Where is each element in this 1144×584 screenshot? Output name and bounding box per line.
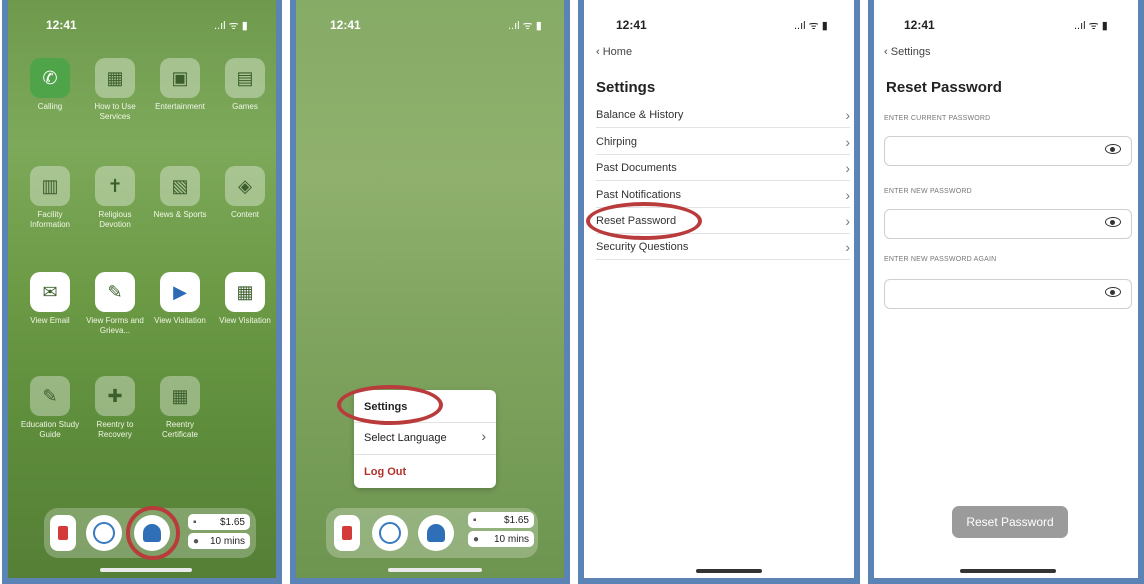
page-title: Reset Password (886, 79, 1002, 96)
status-time: 12:41 (46, 18, 77, 32)
current-password-field[interactable] (884, 136, 1132, 166)
current-password-label: ENTER CURRENT PASSWORD (884, 115, 991, 122)
person-icon (427, 524, 445, 542)
status-time: 12:41 (904, 18, 935, 32)
games-icon: ▤ (225, 58, 265, 98)
calendar-icon: ▦ (225, 272, 265, 312)
exit-button[interactable] (50, 515, 76, 551)
balance-badge: ▪ $1.65 (468, 512, 534, 528)
chevron-right-icon: › (845, 186, 850, 203)
minutes-badge: ● 10 mins (468, 531, 534, 547)
chat-icon (93, 522, 115, 544)
highlight-circle (337, 385, 443, 425)
highlight-circle (586, 202, 702, 240)
email-icon: ✉ (30, 272, 70, 312)
home-indicator (960, 569, 1056, 573)
profile-button[interactable] (418, 515, 454, 551)
app-games[interactable]: ▤ Games (215, 58, 275, 112)
door-icon (342, 526, 352, 540)
news-icon: ▧ (160, 166, 200, 206)
religion-icon: ✝ (95, 166, 135, 206)
back-button[interactable]: ‹ Settings (884, 46, 930, 58)
menu-log-out[interactable]: Log Out (364, 466, 406, 478)
clock-icon: ● (193, 535, 200, 547)
eye-icon[interactable] (1105, 287, 1121, 297)
eye-icon[interactable] (1105, 144, 1121, 154)
back-button[interactable]: ‹ Home (596, 46, 632, 58)
reset-password-panel: 12:41 ..ıl ᯤ ▮ ‹ Settings Reset Password… (868, 0, 1144, 584)
services-icon: ▦ (95, 58, 135, 98)
menu-select-language[interactable]: Select Language (364, 432, 447, 444)
chat-button[interactable] (86, 515, 122, 551)
chevron-right-icon: › (845, 133, 850, 150)
status-icons: ..ıl ᯤ ▮ (794, 20, 828, 32)
new-password-again-label: ENTER NEW PASSWORD AGAIN (884, 256, 997, 263)
app-view-email[interactable]: ✉ View Email (20, 272, 80, 326)
app-view-forms[interactable]: ✎ View Forms and Grieva... (85, 272, 145, 336)
reset-password-button[interactable]: Reset Password (952, 506, 1068, 538)
app-entertainment[interactable]: ▣ Entertainment (150, 58, 210, 112)
app-facility-info[interactable]: ▥ Facility Information (20, 166, 80, 230)
status-icons: ..ıl ᯤ ▮ (508, 20, 542, 32)
chat-icon (379, 522, 401, 544)
minutes-badge: ● 10 mins (188, 533, 250, 549)
status-icons: ..ıl ᯤ ▮ (1074, 20, 1108, 32)
settings-screen-panel: 12:41 ..ıl ᯤ ▮ ‹ Home Settings Balance &… (578, 0, 860, 584)
chevron-right-icon: › (845, 212, 850, 229)
chevron-right-icon: › (845, 159, 850, 176)
certificate-icon: ▦ (160, 376, 200, 416)
visitation-icon: ▶ (160, 272, 200, 312)
content-icon: ◈ (225, 166, 265, 206)
page-title: Settings (596, 79, 656, 96)
settings-row-past-documents[interactable]: Past Documents › (596, 155, 850, 181)
new-password-label: ENTER NEW PASSWORD (884, 188, 972, 195)
exit-button[interactable] (334, 515, 360, 551)
app-view-visitation-calendar[interactable]: ▦ View Visitation (215, 272, 275, 326)
entertainment-icon: ▣ (160, 58, 200, 98)
app-religious[interactable]: ✝ Religious Devotion (85, 166, 145, 230)
phone-chat-icon: ✆ (30, 58, 70, 98)
home-screen-panel: 12:41 ..ıl ᯤ ▮ ✆ Calling ▦ How to Use Se… (2, 0, 282, 584)
app-calling[interactable]: ✆ Calling (20, 58, 80, 112)
highlight-circle (126, 506, 180, 560)
home-indicator (100, 568, 192, 572)
chevron-right-icon: › (845, 238, 850, 255)
wallpaper-blurred (296, 0, 564, 578)
wallet-icon: ▪ (193, 516, 197, 528)
clock-icon: ● (473, 533, 480, 545)
new-password-field[interactable] (884, 209, 1132, 239)
app-education[interactable]: ✎ Education Study Guide (20, 376, 80, 440)
new-password-again-field[interactable] (884, 279, 1132, 309)
chat-button[interactable] (372, 515, 408, 551)
settings-row-balance[interactable]: Balance & History › (596, 102, 850, 128)
menu-divider (354, 454, 496, 455)
app-news-sports[interactable]: ▧ News & Sports (150, 166, 210, 220)
balance-badge: ▪ $1.65 (188, 514, 250, 530)
app-reentry-recovery[interactable]: ✚ Reentry to Recovery (85, 376, 145, 440)
education-icon: ✎ (30, 376, 70, 416)
eye-icon[interactable] (1105, 217, 1121, 227)
puzzle-icon: ✚ (95, 376, 135, 416)
chevron-left-icon: ‹ (884, 46, 891, 58)
status-icons: ..ıl ᯤ ▮ (214, 20, 248, 32)
status-time: 12:41 (616, 18, 647, 32)
facility-icon: ▥ (30, 166, 70, 206)
wallet-icon: ▪ (473, 514, 477, 526)
home-indicator (388, 568, 482, 572)
door-icon (58, 526, 68, 540)
chevron-left-icon: ‹ (596, 46, 603, 58)
app-how-to-use[interactable]: ▦ How to Use Services (85, 58, 145, 122)
settings-row-chirping[interactable]: Chirping › (596, 129, 850, 155)
app-reentry-certificate[interactable]: ▦ Reentry Certificate (150, 376, 210, 440)
app-content[interactable]: ◈ Content (215, 166, 275, 220)
status-time: 12:41 (330, 18, 361, 32)
app-view-visitation[interactable]: ▶ View Visitation (150, 272, 210, 326)
chevron-right-icon: › (481, 428, 486, 444)
chevron-right-icon: › (845, 106, 850, 123)
menu-screen-panel: 12:41 ..ıl ᯤ ▮ ▪ $1.65 ● 10 mins (290, 0, 570, 584)
home-indicator (696, 569, 762, 573)
forms-icon: ✎ (95, 272, 135, 312)
